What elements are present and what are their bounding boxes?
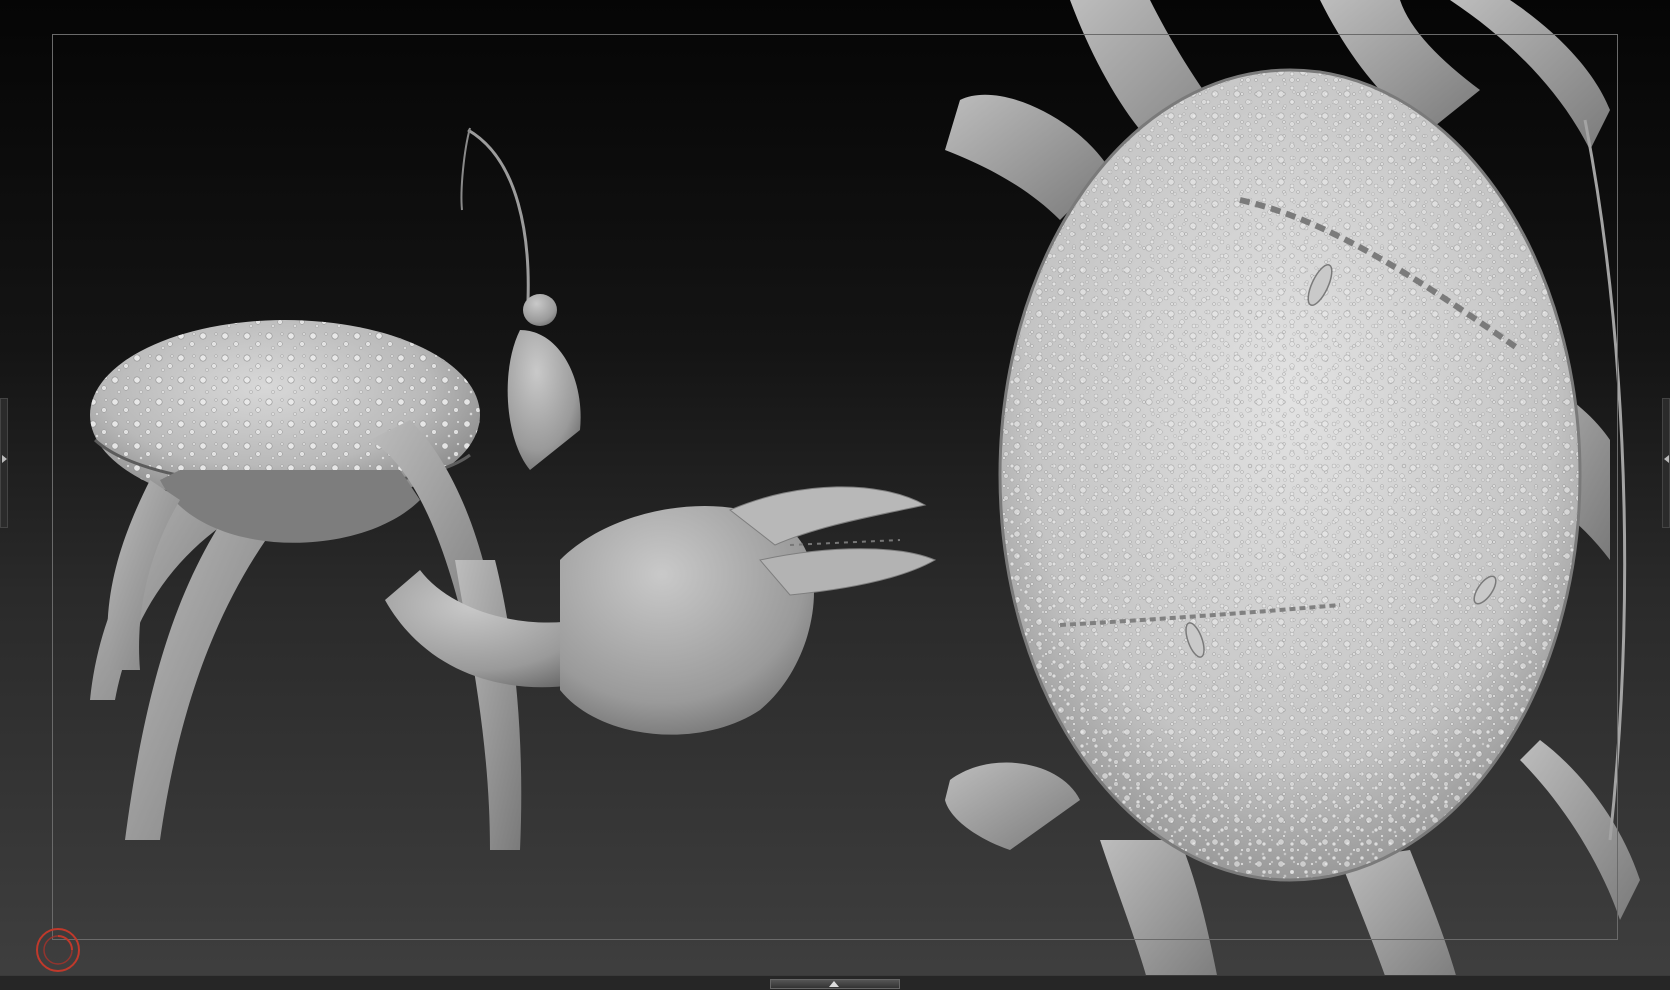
right-panel-toggle[interactable] — [1662, 398, 1670, 528]
crab-top-view — [945, 0, 1640, 990]
record-circle-icon[interactable] — [34, 926, 82, 974]
bottom-shelf — [0, 975, 1670, 990]
chevron-right-icon — [1664, 455, 1669, 463]
crab-side-view — [90, 127, 937, 850]
canvas-viewport[interactable] — [0, 0, 1670, 990]
sculpt-scene — [90, 0, 1640, 990]
chevron-up-icon — [829, 981, 839, 987]
chevron-left-icon — [2, 455, 7, 463]
left-panel-toggle[interactable] — [0, 398, 8, 528]
bottom-panel-toggle[interactable] — [770, 979, 900, 989]
